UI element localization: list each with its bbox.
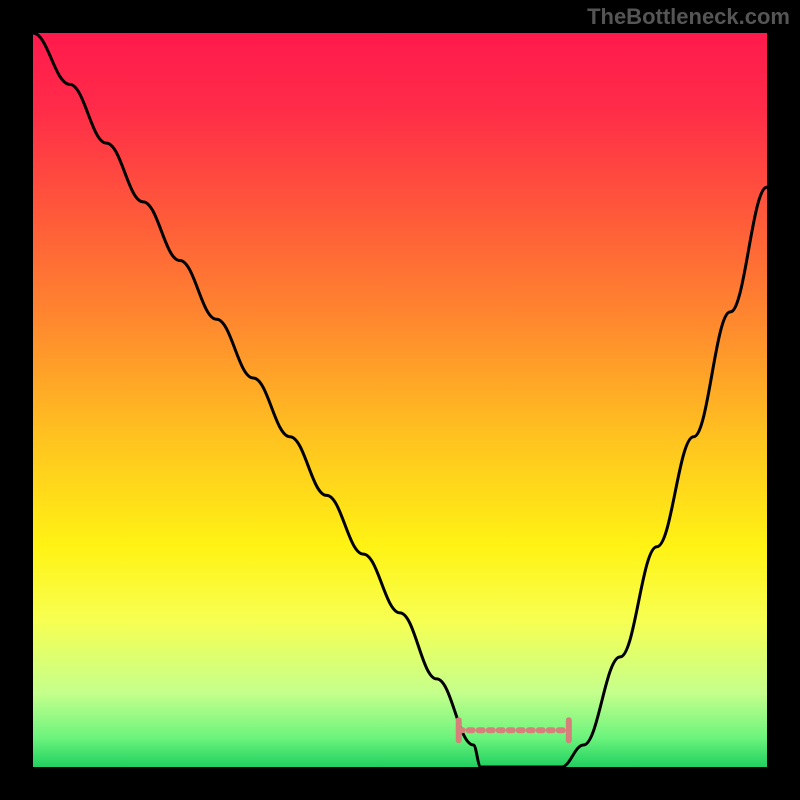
watermark-label: TheBottleneck.com [587, 4, 790, 30]
chart-background [33, 33, 767, 767]
bottleneck-chart [0, 0, 800, 800]
